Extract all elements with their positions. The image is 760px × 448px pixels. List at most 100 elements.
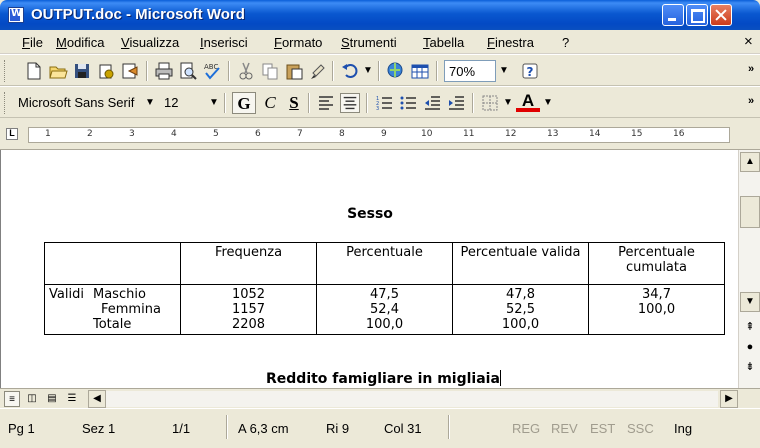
menu-visualizza[interactable]: Visualizza [121,35,179,50]
status-language[interactable]: Ing [674,421,692,436]
table-row: Validi Maschio Femmina Totale 1052 1157 … [44,284,725,335]
paste-icon[interactable] [284,61,304,81]
borders-icon[interactable] [480,93,500,113]
ruler-mark: 11 [463,129,475,139]
close-button[interactable] [710,4,732,26]
more-buttons-chevron[interactable]: » [748,63,754,75]
scroll-up-button[interactable]: ▲ [740,152,760,172]
table-cell: 34,7 [642,287,671,302]
menu-file[interactable]: File [22,35,43,50]
menu-formato[interactable]: Formato [274,35,322,50]
italic-button[interactable]: C [258,92,282,114]
browse-object-icon[interactable]: ● [740,338,760,358]
toolbar-separator [472,93,474,113]
copy-icon[interactable] [260,61,280,81]
font-name-combo[interactable]: Microsoft Sans Serif [14,92,134,114]
status-macro-recorder[interactable]: REG [512,421,540,436]
vertical-scrollbar[interactable]: ▲ ▼ ⇞ ● ⇟ [738,150,760,388]
horizontal-scroll-track[interactable] [106,391,718,407]
status-bar: Pg 1 Sez 1 1/1 A 6,3 cm Ri 9 Col 31 REG … [0,408,760,448]
menu-help[interactable]: ? [562,35,569,50]
outline-view-icon[interactable]: ☰ [64,391,80,407]
insert-table-icon[interactable] [410,61,430,81]
help-icon[interactable]: ? [520,61,540,81]
borders-dropdown-arrow[interactable]: ▼ [500,92,516,114]
table-cell: 100,0 [365,317,404,332]
print-preview-icon[interactable] [178,61,198,81]
open-folder-icon[interactable] [48,61,68,81]
cut-icon[interactable] [236,61,256,81]
status-position: A 6,3 cm [238,421,289,436]
zoom-combo[interactable]: 70% [444,60,496,82]
scroll-right-button[interactable]: ▶ [720,390,738,408]
spelling-icon[interactable]: ABC [202,61,222,81]
table-header-cell: Frequenza [180,242,317,285]
undo-icon[interactable] [340,61,360,81]
status-separator [226,415,228,439]
word-doc-icon[interactable] [8,7,24,23]
toolbar-grip[interactable] [4,92,7,114]
more-buttons-chevron[interactable]: » [748,95,754,107]
previous-page-icon[interactable]: ⇞ [740,318,760,338]
menu-tabella[interactable]: Tabella [423,35,464,50]
table-cell: 1052 [231,287,266,302]
maximize-button[interactable] [686,4,708,26]
underline-button[interactable]: S [282,92,306,114]
font-size-combo[interactable]: 12 [160,92,204,114]
zoom-dropdown-arrow[interactable]: ▼ [496,60,512,82]
align-center-icon[interactable] [340,93,360,113]
web-layout-view-icon[interactable]: ◫ [24,391,40,407]
document-close-icon[interactable]: × [744,33,753,50]
decrease-indent-icon[interactable] [422,93,442,113]
normal-view-icon[interactable]: ≡ [4,391,20,407]
svg-text:3: 3 [376,106,379,112]
new-document-icon[interactable] [24,61,44,81]
hyperlink-icon[interactable] [386,61,406,81]
increase-indent-icon[interactable] [446,93,466,113]
horizontal-ruler[interactable]: L 1 2 3 4 5 6 7 8 9 10 11 12 13 14 15 16 [0,118,760,150]
toolbar-grip[interactable] [4,60,7,82]
undo-dropdown-arrow[interactable]: ▼ [360,60,376,82]
font-size-dropdown-arrow[interactable]: ▼ [206,92,222,114]
tab-selector-icon[interactable]: L [6,128,18,140]
menu-strumenti[interactable]: Strumenti [341,35,397,50]
scroll-left-button[interactable]: ◀ [88,390,106,408]
menu-modifica[interactable]: Modifica [56,35,104,50]
ruler-scale[interactable]: 1 2 3 4 5 6 7 8 9 10 11 12 13 14 15 16 [28,127,730,143]
align-left-icon[interactable] [316,93,336,113]
save-icon[interactable] [72,61,92,81]
status-overtype[interactable]: SSC [627,421,654,436]
table-cell: 1157 [231,302,266,317]
numbered-list-icon[interactable]: 123 [374,93,394,113]
heading-sesso: Sesso [347,206,393,222]
email-icon[interactable] [120,61,140,81]
table-cell: 52,5 [506,302,535,317]
ruler-mark: 9 [381,129,387,139]
toolbar-separator [366,93,368,113]
standard-toolbar: ABC ▼ 70% ▼ ? » [0,54,760,86]
menu-inserisci[interactable]: Inserisci [200,35,248,50]
font-color-dropdown-arrow[interactable]: ▼ [540,92,556,114]
status-extend-selection[interactable]: EST [590,421,615,436]
title-bar[interactable]: OUTPUT.doc - Microsoft Word [0,0,760,30]
bullet-list-icon[interactable] [398,93,418,113]
minimize-button[interactable] [662,4,684,26]
toolbar-separator [146,61,148,81]
menu-finestra[interactable]: Finestra [487,35,534,50]
status-page-count: 1/1 [172,421,191,436]
font-name-dropdown-arrow[interactable]: ▼ [142,92,158,114]
status-line: Ri 9 [326,421,350,436]
bold-button[interactable]: G [232,92,256,114]
ruler-mark: 3 [129,129,135,139]
print-layout-view-icon[interactable]: ▤ [44,391,60,407]
row-label: Femmina [101,302,161,317]
format-painter-icon[interactable] [308,61,328,81]
vertical-scroll-thumb[interactable] [740,196,760,228]
permission-icon[interactable] [96,61,116,81]
print-icon[interactable] [154,61,174,81]
next-page-icon[interactable]: ⇟ [740,358,760,378]
scroll-down-button[interactable]: ▼ [740,292,760,312]
document-area[interactable]: Sesso Frequenza Percentuale Percentuale … [0,150,738,388]
font-color-button[interactable]: A [516,92,540,112]
status-track-changes[interactable]: REV [551,421,578,436]
